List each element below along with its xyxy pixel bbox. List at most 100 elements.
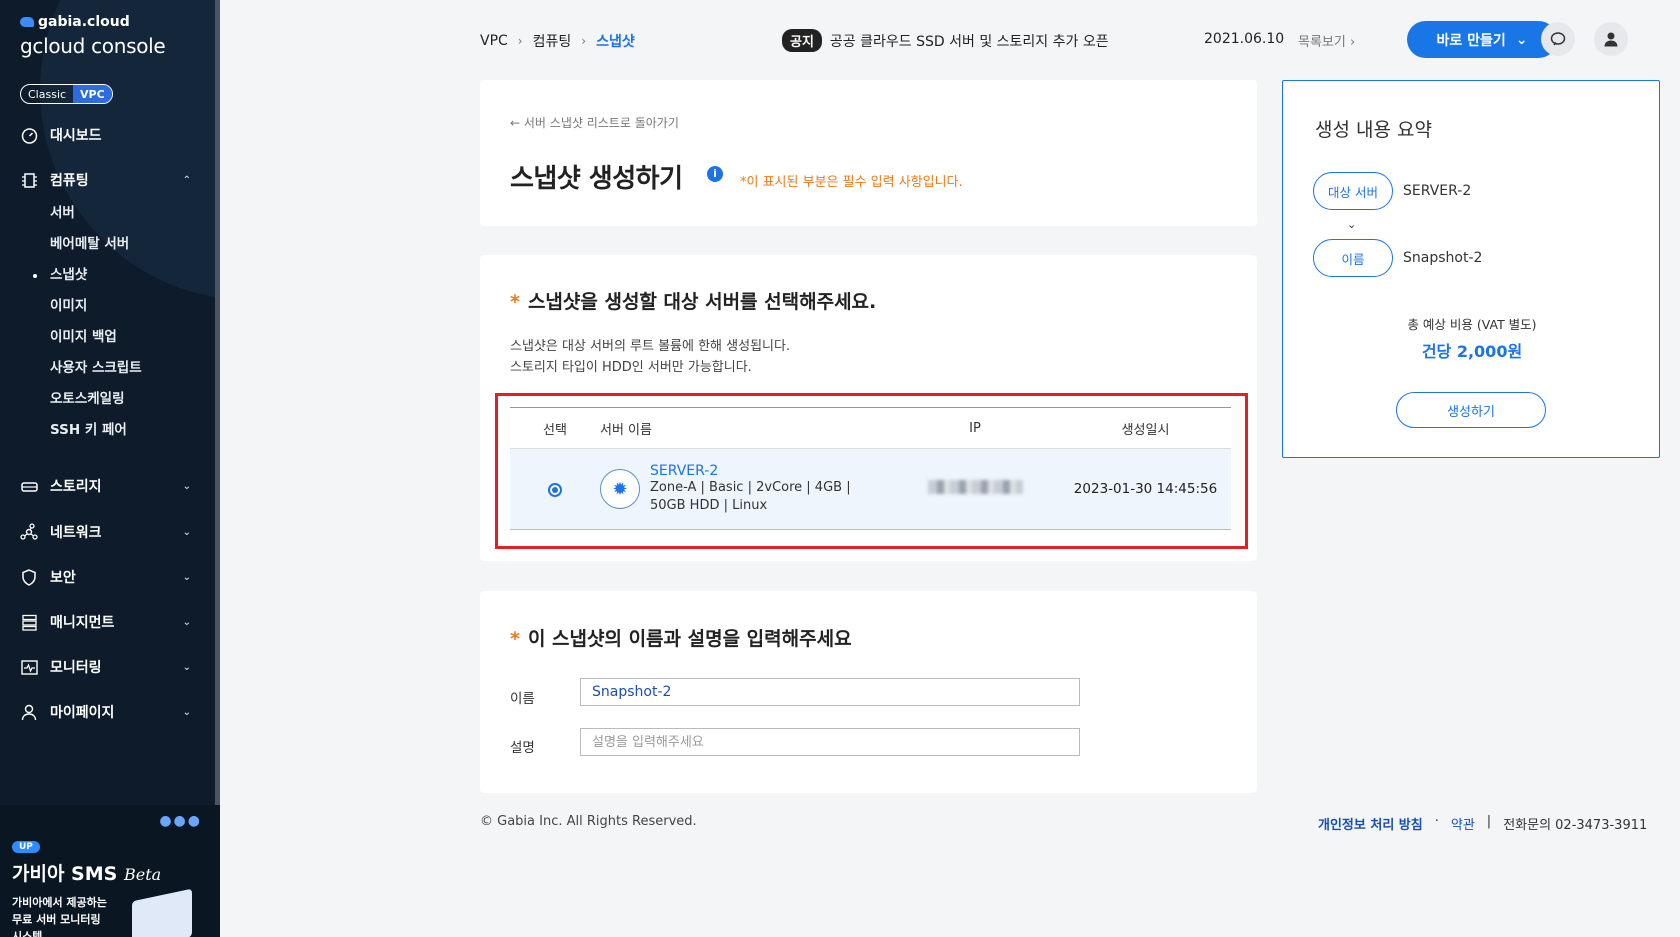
arrow-left-icon: ←	[510, 116, 521, 130]
sidebar-item-dashboard[interactable]: 대시보드	[0, 122, 215, 148]
chevron-down-icon: ⌄	[1347, 218, 1357, 231]
sidebar-label-management: 매니지먼트	[50, 615, 115, 631]
sidebar-label-computing: 컴퓨팅	[50, 173, 89, 189]
summary-panel: 생성 내용 요약 대상 서버 SERVER-2 ⌄ 이름 Snapshot-2 …	[1282, 80, 1660, 458]
terms-link[interactable]: 약관	[1451, 814, 1475, 833]
column-select: 선택	[543, 422, 567, 438]
computing-submenu: 서버 베어메탈 서버 스냅샷 이미지 이미지 백업 사용자 스크립트 오토스케일…	[0, 198, 215, 446]
privacy-policy-link[interactable]: 개인정보 처리 방침	[1318, 814, 1423, 833]
name-label: 이름	[510, 691, 535, 707]
name-value: Snapshot-2	[1403, 250, 1483, 266]
name-section-title: * 이 스냅샷의 이름과 설명을 입력해주세요	[510, 628, 852, 650]
notice[interactable]: 공지 공공 클라우드 SSD 서버 및 스토리지 추가 오픈	[782, 29, 1109, 52]
sidebar-item-monitoring[interactable]: 모니터링 ⌄	[0, 654, 215, 680]
gauge-icon	[20, 126, 38, 144]
list-link[interactable]: 목록보기 ›	[1298, 31, 1355, 50]
sidebar-item-storage[interactable]: 스토리지 ⌄	[0, 473, 215, 499]
server-select-card: * 스냅샷을 생성할 대상 서버를 선택해주세요. 스냅샷은 대상 서버의 루트 …	[480, 255, 1257, 561]
notice-tag: 공지	[782, 29, 822, 52]
shield-icon	[20, 568, 38, 586]
chat-button[interactable]	[1541, 22, 1575, 56]
sidebar-item-network[interactable]: 네트워크 ⌄	[0, 519, 215, 545]
breadcrumb-snapshot[interactable]: 스냅샷	[596, 31, 635, 51]
cost-label: 총 예상 비용 (VAT 별도)	[1407, 317, 1537, 332]
chevron-down-icon: ⌄	[182, 526, 191, 538]
sidebar-item-snapshot[interactable]: 스냅샷	[0, 260, 215, 291]
sidebar-label-storage: 스토리지	[50, 479, 102, 495]
brand-name: gabia.cloud	[38, 14, 130, 30]
sidebar-scrollbar[interactable]	[215, 0, 220, 937]
sidebar-item-mypage[interactable]: 마이페이지 ⌄	[0, 699, 215, 725]
sidebar-item-server[interactable]: 서버	[0, 198, 215, 229]
chat-icon	[1550, 32, 1566, 46]
server-table: 선택 서버 이름 IP 생성일시 ✹ SERVER-2 Zone-A | Bas…	[510, 407, 1231, 530]
more-dots-icon[interactable]: ●●●	[159, 813, 202, 829]
footer-links: 개인정보 처리 방침 · 약관 | 전화문의 02-3473-3911	[1318, 814, 1647, 833]
column-ip: IP	[969, 420, 981, 436]
required-note: *이 표시된 부분은 필수 입력 사항입니다.	[740, 175, 963, 190]
server-gear-icon: ✹	[600, 469, 640, 509]
cloud-logo-icon	[20, 17, 34, 27]
column-created: 생성일시	[1121, 422, 1170, 438]
sidebar-item-ssh-keypair[interactable]: SSH 키 페어	[0, 415, 215, 446]
table-header: 선택 서버 이름 IP 생성일시	[510, 407, 1231, 449]
sidebar-label-dashboard: 대시보드	[50, 128, 102, 144]
chevron-down-icon: ⌄	[182, 616, 191, 628]
notice-text[interactable]: 공공 클라우드 SSD 서버 및 스토리지 추가 오픈	[830, 31, 1109, 51]
ip-redacted	[927, 480, 1023, 494]
breadcrumb: VPC › 컴퓨팅 › 스냅샷	[480, 31, 635, 51]
toggle-vpc[interactable]: VPC	[73, 85, 112, 103]
copyright: © Gabia Inc. All Rights Reserved.	[480, 814, 697, 829]
column-server-name: 서버 이름	[600, 422, 652, 438]
breadcrumb-computing[interactable]: 컴퓨팅	[533, 31, 572, 51]
sidebar-item-computing[interactable]: 컴퓨팅 ⌃	[0, 167, 215, 193]
sidebar-item-autoscaling[interactable]: 오토스케일링	[0, 384, 215, 415]
server-spec-line2: 50GB HDD | Linux	[650, 498, 768, 513]
chevron-right-icon: ›	[581, 34, 587, 48]
chevron-down-icon: ⌄	[182, 571, 191, 583]
back-link[interactable]: ← 서버 스냅샷 리스트로 돌아가기	[510, 114, 679, 131]
sidebar-item-image[interactable]: 이미지	[0, 291, 215, 322]
promo-banner[interactable]: ●●● UP 가비아 SMS Beta 가비아에서 제공하는 무료 서버 모니터…	[0, 805, 220, 937]
logo[interactable]: gabia.cloud gcloud console	[20, 14, 166, 58]
chevron-down-icon: ⌄	[182, 480, 191, 492]
notice-date: 2021.06.10	[1204, 31, 1285, 47]
sidebar-nav: 대시보드 컴퓨팅 ⌃ 서버 베어메탈 서버 스냅샷 이미지 이미지 백업 사용자…	[0, 122, 215, 725]
sidebar-item-image-backup[interactable]: 이미지 백업	[0, 322, 215, 353]
server-spec-line1: Zone-A | Basic | 2vCore | 4GB |	[650, 480, 851, 495]
breadcrumb-vpc[interactable]: VPC	[480, 33, 508, 49]
sidebar-item-management[interactable]: 매니지먼트 ⌄	[0, 609, 215, 635]
top-bar: VPC › 컴퓨팅 › 스냅샷 공지 공공 클라우드 SSD 서버 및 스토리지…	[220, 0, 1680, 80]
sidebar-label-network: 네트워크	[50, 525, 102, 541]
promo-title: 가비아 SMS Beta	[12, 863, 162, 885]
server-section-hint: 스냅샷은 대상 서버의 루트 볼륨에 한해 생성됩니다. 스토리지 타입이 HD…	[510, 339, 791, 375]
quick-create-button[interactable]: 바로 만들기 ⌄	[1407, 21, 1557, 58]
create-button[interactable]: 생성하기	[1396, 392, 1546, 428]
sidebar-item-baremetal[interactable]: 베어메탈 서버	[0, 229, 215, 260]
chevron-down-icon: ⌄	[182, 706, 191, 718]
network-icon	[20, 523, 38, 541]
page-title: 스냅샷 생성하기	[510, 164, 683, 194]
table-row[interactable]: ✹ SERVER-2 Zone-A | Basic | 2vCore | 4GB…	[510, 449, 1231, 530]
promo-description: 가비아에서 제공하는 무료 서버 모니터링 시스템	[12, 896, 107, 937]
sidebar-label-monitoring: 모니터링	[50, 660, 102, 676]
summary-title: 생성 내용 요약	[1315, 119, 1432, 141]
footer-dot: ·	[1434, 814, 1439, 829]
server-section-title: * 스냅샷을 생성할 대상 서버를 선택해주세요.	[510, 291, 877, 313]
intro-card: ← 서버 스냅샷 리스트로 돌아가기 스냅샷 생성하기 i *이 표시된 부분은…	[480, 80, 1257, 226]
snapshot-description-input[interactable]	[580, 728, 1080, 756]
chevron-down-icon: ⌄	[1515, 31, 1528, 48]
snapshot-name-input[interactable]	[580, 678, 1080, 706]
management-icon	[20, 613, 38, 631]
sidebar-item-user-script[interactable]: 사용자 스크립트	[0, 353, 215, 384]
info-icon[interactable]: i	[707, 166, 723, 182]
name-pill: 이름	[1313, 239, 1393, 277]
profile-button[interactable]	[1594, 22, 1628, 56]
toggle-classic[interactable]: Classic	[21, 85, 73, 103]
server-radio[interactable]	[548, 483, 562, 497]
phone-contact: 전화문의 02-3473-3911	[1503, 818, 1648, 833]
server-name: SERVER-2	[650, 463, 719, 479]
platform-toggle[interactable]: Classic VPC	[20, 84, 113, 104]
target-server-value: SERVER-2	[1403, 183, 1472, 199]
sidebar-item-security[interactable]: 보안 ⌄	[0, 564, 215, 590]
